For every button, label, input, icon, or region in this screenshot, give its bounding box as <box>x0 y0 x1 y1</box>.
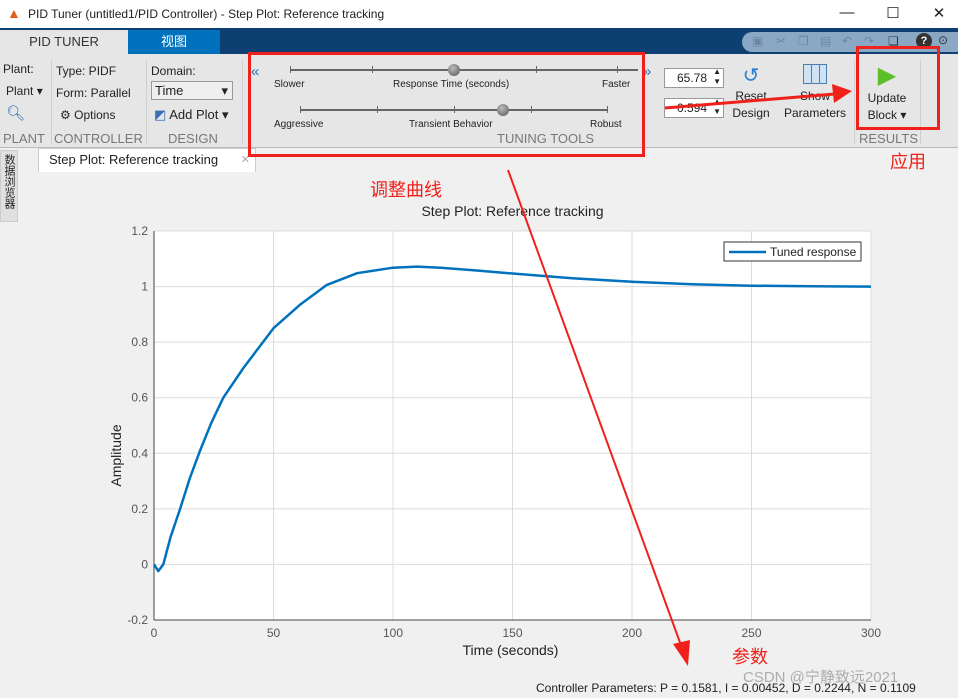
y-axis-label: Amplitude <box>108 424 124 486</box>
y-tick-label: 0 <box>141 557 148 571</box>
y-tick-label: 1 <box>141 280 148 294</box>
annotation-params: 参数 <box>732 647 768 667</box>
spinner-arrows-icon[interactable]: ▲ ▼ <box>713 97 721 117</box>
expand-icon[interactable]: ⊙ <box>938 33 948 47</box>
save-icon[interactable]: ▣ <box>752 34 763 48</box>
design-section-label: DESIGN <box>168 131 218 146</box>
options-button[interactable]: ⚙ Options <box>60 108 115 122</box>
divider <box>242 60 243 144</box>
add-plot-icon: ◩ <box>154 107 167 122</box>
doc-tab-label: Step Plot: Reference tracking <box>49 152 219 167</box>
show-label: Show <box>799 89 831 103</box>
matlab-logo-icon: ▲ <box>7 5 21 21</box>
domain-label: Domain: <box>151 64 196 78</box>
doc-tab-step-plot[interactable]: Step Plot: Reference tracking ✕ <box>38 148 256 172</box>
x-tick-label: 300 <box>861 626 881 640</box>
options-label: Options <box>74 108 116 122</box>
divider <box>146 60 147 144</box>
table-icon <box>803 64 827 84</box>
plant-section-label: PLANT <box>3 131 45 146</box>
controller-form: Form: Parallel <box>56 86 131 100</box>
domain-value: Time <box>155 83 184 98</box>
gear-icon: ⚙ <box>60 108 71 122</box>
plant-dropdown[interactable]: Plant ▾ <box>6 84 43 98</box>
transient-behavior-value: 0.594 <box>676 101 707 115</box>
step-plot: 0 50 100 150 200 250 300-0.200.20.40.60.811.2S… <box>108 203 881 658</box>
undo-arrow-icon: ↺ <box>742 65 760 87</box>
copy-icon[interactable]: ❐ <box>798 34 809 48</box>
close-button[interactable]: ✕ <box>924 4 954 24</box>
annotation-box-tuning <box>248 52 645 157</box>
tab-strip: PID TUNER 视图 ▣ ✂ ❐ ▤ ↶ ↷ ❏ ? ⊙ <box>0 28 958 54</box>
x-tick-label: 50 <box>267 626 281 640</box>
chart-title: Step Plot: Reference tracking <box>421 203 603 219</box>
inspect-plant-icon[interactable]: 🔍︎ <box>6 104 25 122</box>
add-plot-button[interactable]: ◩ Add Plot ▾ <box>154 107 229 123</box>
y-tick-label: 0.6 <box>131 391 148 405</box>
response-time-value: 65.78 <box>676 71 707 85</box>
cut-icon[interactable]: ✂ <box>776 34 786 48</box>
controller-type: Type: PIDF <box>56 64 117 78</box>
legend-label: Tuned response <box>770 245 857 259</box>
y-tick-label: 0.8 <box>131 335 148 349</box>
y-tick-label: -0.2 <box>127 613 148 627</box>
y-tick-label: 0.2 <box>131 502 148 516</box>
title-bar: ▲ PID Tuner (untitled1/PID Controller) -… <box>0 0 958 28</box>
controller-section-label: CONTROLLER <box>54 131 143 146</box>
plant-dropdown-label: Plant <box>6 84 34 98</box>
plant-label: Plant: <box>3 62 34 76</box>
x-tick-label: 200 <box>622 626 642 640</box>
x-tick-label: 100 <box>383 626 403 640</box>
annotation-apply: 应用 <box>890 152 926 172</box>
tab-view[interactable]: 视图 <box>128 30 220 54</box>
window-title: PID Tuner (untitled1/PID Controller) - S… <box>28 7 385 21</box>
parameters-label: Parameters <box>783 106 847 120</box>
tab-pid-tuner[interactable]: PID TUNER <box>0 30 128 54</box>
y-tick-label: 1.2 <box>131 224 148 238</box>
chevron-down-icon: ▾ <box>221 83 228 98</box>
divider <box>854 60 855 144</box>
y-tick-label: 0.4 <box>131 446 148 460</box>
reset-design-button[interactable]: ↺ Reset Design <box>728 64 774 122</box>
transient-behavior-field[interactable]: 0.594 ▲ ▼ <box>664 97 724 118</box>
paste-icon[interactable]: ▤ <box>820 34 831 48</box>
design-label: Design <box>732 106 770 120</box>
results-section-label: RESULTS <box>859 131 918 146</box>
x-tick-label: 0 <box>151 626 158 640</box>
annotation-tune-curve: 调整曲线 <box>370 180 442 200</box>
x-tick-label: 150 <box>502 626 522 640</box>
response-time-field[interactable]: 65.78 ▲ ▼ <box>664 67 724 88</box>
add-plot-label: Add Plot <box>169 107 219 122</box>
maximize-button[interactable]: ☐ <box>878 4 908 24</box>
show-parameters-button[interactable]: Show Parameters <box>780 64 850 122</box>
x-tick-label: 250 <box>741 626 761 640</box>
spinner-arrows-icon[interactable]: ▲ ▼ <box>713 67 721 87</box>
undo-icon[interactable]: ↶ <box>842 34 852 48</box>
domain-select[interactable]: Time ▾ <box>151 81 233 100</box>
reset-label: Reset <box>735 89 767 103</box>
x-axis-label: Time (seconds) <box>463 642 559 658</box>
annotation-box-update <box>856 46 940 130</box>
divider <box>51 60 52 144</box>
watermark: CSDN @宁静致远2021 <box>743 669 899 686</box>
minimize-button[interactable]: — <box>832 4 862 24</box>
